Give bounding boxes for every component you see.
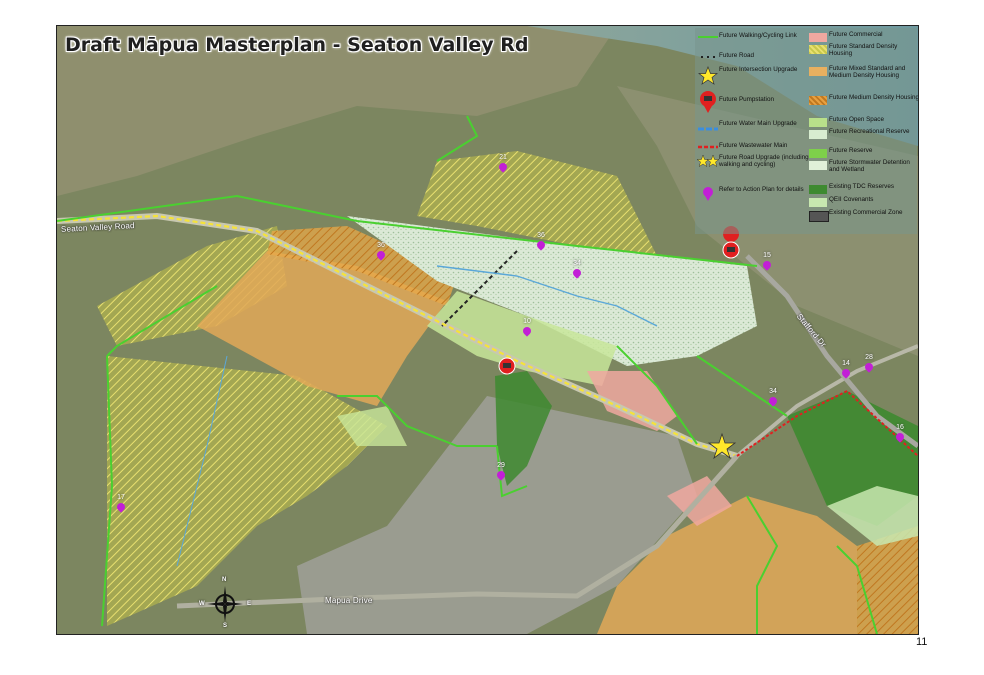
- legend-item-road: Future Road: [697, 52, 809, 66]
- compass-icon: [207, 586, 243, 622]
- action-pin[interactable]: 36: [535, 232, 547, 254]
- walk-link-icon: [698, 36, 718, 38]
- action-pin[interactable]: 17: [115, 494, 127, 516]
- action-pin-label: 10: [523, 318, 531, 325]
- legend-item-intersection: Future Intersection Upgrade: [697, 66, 809, 86]
- pin-icon: [495, 469, 507, 481]
- swatch: [809, 45, 827, 54]
- pin-icon: [497, 161, 509, 173]
- legend-item-stormwater: Future Stormwater Detention and Wetland: [807, 159, 918, 173]
- legend-item-roadupgrade: Future Road Upgrade (including walking a…: [696, 154, 809, 170]
- action-pin-label: 21: [499, 154, 507, 161]
- legend-item-walk: Future Walking/Cycling Link: [697, 32, 809, 46]
- legend-item-pumpstation: Future Pumpstation: [697, 90, 809, 114]
- pin-icon: [767, 395, 779, 407]
- action-pin[interactable]: 34: [571, 260, 583, 282]
- legend-item-recreational: Future Recreational Reserve: [807, 128, 918, 142]
- compass-w: W: [199, 601, 205, 607]
- action-pin-label: 29: [497, 462, 505, 469]
- pin-icon: [863, 361, 875, 373]
- swatch: [809, 211, 829, 222]
- swatch: [809, 161, 827, 170]
- road-upgrade-icon: [696, 154, 720, 168]
- legend-item-mixed: Future Mixed Standard and Medium Density…: [807, 65, 918, 79]
- action-pin[interactable]: 36: [375, 242, 387, 264]
- legend-item-standard: Future Standard Density Housing: [807, 43, 918, 57]
- road-label-mapua-drive: Mapua Drive: [325, 596, 373, 605]
- legend-item-tdc: Existing TDC Reserves: [807, 183, 918, 197]
- pin-icon: [571, 267, 583, 279]
- swatch: [809, 198, 827, 207]
- compass-n: N: [222, 577, 227, 583]
- swatch: [809, 96, 827, 105]
- action-pin[interactable]: 29: [495, 462, 507, 484]
- pumpstation-icon: [700, 91, 716, 113]
- legend-item-existcommercial: Existing Commercial Zone: [807, 209, 918, 223]
- pin-icon: [761, 259, 773, 271]
- star-icon: [698, 66, 718, 85]
- swatch: [809, 149, 827, 158]
- action-pin-label: 14: [842, 360, 850, 367]
- compass-s: S: [223, 623, 228, 629]
- compass: N S W E: [199, 577, 251, 629]
- action-pin-label: 28: [865, 354, 873, 361]
- action-pin[interactable]: 21: [497, 154, 509, 176]
- map-legend: Future Walking/Cycling Link Future Road …: [695, 28, 918, 234]
- action-pin-label: 17: [117, 494, 125, 501]
- action-pin-label: 36: [537, 232, 545, 239]
- swatch: [809, 185, 827, 194]
- action-pin-label: 34: [573, 260, 581, 267]
- pin-icon: [535, 239, 547, 251]
- legend-item-medium: Future Medium Density Housing: [807, 94, 918, 108]
- swatch: [809, 118, 827, 127]
- legend-item-watermain: Future Water Main Upgrade: [697, 120, 809, 134]
- water-main-icon: [698, 127, 718, 131]
- action-pin-label: 15: [763, 252, 771, 259]
- page-number: 11: [916, 636, 928, 648]
- pin-icon: [894, 431, 906, 443]
- swatch: [809, 33, 827, 42]
- pin-icon: [521, 325, 533, 337]
- page-title: Draft Māpua Masterplan - Seaton Valley R…: [65, 34, 529, 56]
- pin-icon: [840, 367, 852, 379]
- legend-item-actionplan: Refer to Action Plan for details: [697, 186, 809, 202]
- action-pin-icon: [703, 187, 713, 201]
- map-frame[interactable]: Draft Māpua Masterplan - Seaton Valley R…: [56, 25, 919, 635]
- pin-icon: [115, 501, 127, 513]
- action-pin[interactable]: 28: [863, 354, 875, 376]
- action-pin-label: 36: [377, 242, 385, 249]
- legend-item-qeii: QEII Covenants: [807, 196, 918, 210]
- action-pin-label: 16: [896, 424, 904, 431]
- action-pin-label: 34: [769, 388, 777, 395]
- swatch: [809, 67, 827, 76]
- action-pin[interactable]: 16: [894, 424, 906, 446]
- swatch: [809, 130, 827, 139]
- action-pin[interactable]: 14: [840, 360, 852, 382]
- compass-e: E: [247, 601, 252, 607]
- action-pin[interactable]: 34: [767, 388, 779, 410]
- action-pin[interactable]: 10: [521, 318, 533, 340]
- pin-icon: [375, 249, 387, 261]
- action-pin[interactable]: 15: [761, 252, 773, 274]
- future-road-icon: [701, 56, 715, 58]
